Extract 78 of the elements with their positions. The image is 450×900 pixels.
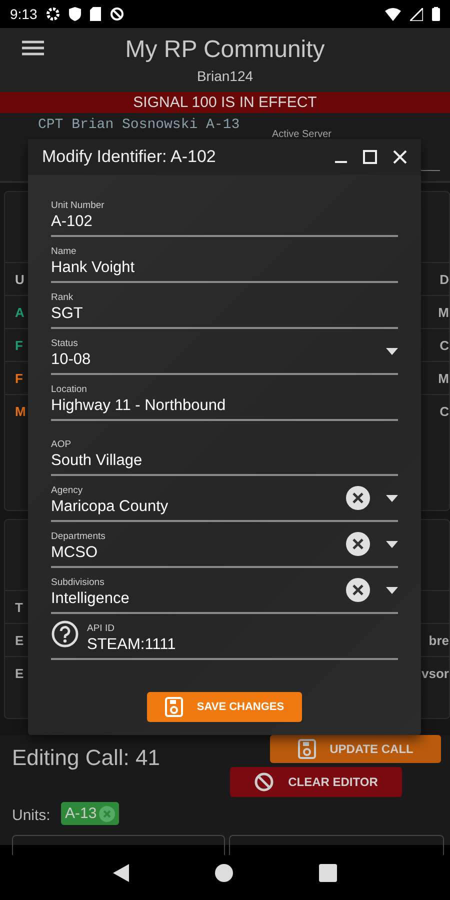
field-label: API ID: [87, 623, 116, 634]
row-text: F: [15, 338, 23, 352]
row-text: C: [440, 338, 449, 352]
back-icon[interactable]: [113, 864, 129, 882]
field-value: STEAM:1111: [87, 636, 177, 654]
help-icon[interactable]: [51, 620, 79, 648]
row-text: A: [15, 304, 24, 320]
field-value: Maricopa County: [51, 498, 170, 516]
field-label: Rank: [51, 292, 74, 303]
field-label: Status: [51, 338, 79, 349]
menu-icon[interactable]: [22, 40, 44, 56]
input-field[interactable]: Name Hank Voight: [51, 237, 398, 283]
select-field[interactable]: Subdivisions Intelligence: [51, 568, 398, 614]
alert-text: SIGNAL 100 IS IN EFFECT: [133, 94, 317, 111]
row-text: U: [15, 272, 24, 286]
field-label: Subdivisions: [51, 577, 106, 588]
row-text: C: [440, 404, 449, 418]
maximize-icon[interactable]: [363, 150, 377, 164]
clear-icon[interactable]: [346, 532, 370, 556]
field-value: SGT: [51, 305, 84, 323]
signal-icon: [410, 8, 423, 20]
field-value: 10-08: [51, 351, 92, 369]
dropdown-caret-icon[interactable]: [386, 348, 398, 355]
input-field[interactable]: API ID STEAM:1111: [51, 614, 398, 660]
row-text: E: [15, 666, 24, 680]
row-text: M: [438, 370, 449, 386]
field-value: Highway 11 - Northbound: [51, 397, 227, 415]
field-label: Agency: [51, 485, 84, 496]
row-text: T: [15, 600, 23, 614]
select-field[interactable]: Status 10-08: [51, 329, 398, 375]
row-text: D: [440, 272, 449, 286]
row-text: M: [438, 304, 449, 320]
field-value: Intelligence: [51, 590, 130, 608]
dropdown-caret-icon[interactable]: [386, 495, 398, 502]
field-label: Location: [51, 384, 88, 395]
clock: 9:13: [10, 6, 38, 22]
clear-icon[interactable]: [346, 486, 370, 510]
shield-icon: [69, 7, 82, 21]
dropdown-caret-icon[interactable]: [386, 587, 398, 594]
home-icon[interactable]: [215, 864, 233, 882]
select-field[interactable]: Departments MCSO: [51, 522, 398, 568]
input-field[interactable]: Rank SGT: [51, 283, 398, 329]
row-text: M: [15, 404, 26, 418]
field-label: AOP: [51, 439, 72, 450]
select-field[interactable]: Agency Maricopa County: [51, 476, 398, 522]
wifi-icon: [385, 8, 401, 20]
officer-identifier: CPT Brian Sosnowski A-13: [38, 117, 240, 133]
input-field[interactable]: Unit Number A-102: [51, 191, 398, 237]
clear-editor-button[interactable]: CLEAR EDITOR: [230, 767, 402, 797]
field-value: A-102: [51, 213, 94, 231]
field-label: Departments: [51, 531, 106, 542]
dialog-title: Modify Identifier: A-102: [42, 147, 217, 167]
clear-icon[interactable]: [346, 578, 370, 602]
field-label: Unit Number: [51, 200, 106, 211]
row-text: E: [15, 632, 24, 648]
row-text: bre: [428, 632, 449, 648]
dropdown-caret-icon[interactable]: [386, 541, 398, 548]
prohibited-icon: [254, 772, 274, 792]
field-value: MCSO: [51, 544, 98, 562]
close-icon[interactable]: [393, 150, 407, 164]
blocked-icon: [110, 7, 124, 21]
recents-icon[interactable]: [319, 864, 337, 882]
row-text: F: [15, 370, 23, 386]
battery-icon: [432, 7, 440, 21]
gear-icon: [46, 7, 60, 21]
field-value: South Village: [51, 452, 144, 470]
username: Brian124: [196, 68, 254, 84]
editor-title: Editing Call: 41: [12, 745, 160, 771]
save-icon: [164, 697, 183, 717]
app-title: My RP Community: [125, 36, 325, 64]
input-field[interactable]: AOP South Village: [51, 421, 398, 476]
sd-card-icon: [90, 7, 102, 21]
units-label: Units:: [12, 807, 50, 824]
save-icon: [298, 739, 316, 759]
input-field[interactable]: Location Highway 11 - Northbound: [51, 375, 398, 421]
field-label: Name: [51, 246, 78, 257]
field-value: Hank Voight: [51, 259, 136, 277]
row-text: vsor: [422, 666, 449, 680]
